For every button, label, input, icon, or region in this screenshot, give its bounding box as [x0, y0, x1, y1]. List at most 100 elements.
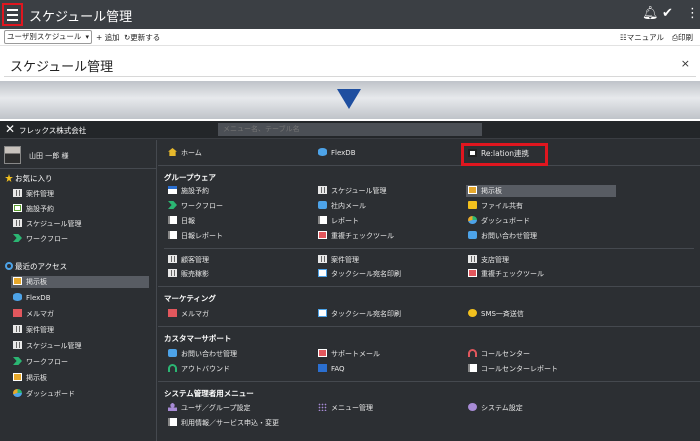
menu-item[interactable]: ダッシュボード [468, 215, 530, 227]
menu-item-flexdb[interactable]: FlexDB [318, 147, 356, 159]
menu-item[interactable]: お問い合わせ管理 [468, 230, 537, 242]
user-row[interactable]: 山田 一郎 様 [0, 140, 157, 169]
chevron-down-icon: ▾ [85, 33, 89, 41]
more-vertical-icon[interactable]: ⋮ [686, 6, 699, 22]
menu-panel-header: ✕ フレックス株式会社 [0, 121, 700, 139]
menu-left-column: 山田 一郎 様 お気に入り 案件管理 施設予約 スケジュール管理 ワークフロー … [0, 140, 157, 441]
bulletin-board-icon [13, 373, 22, 381]
user-icon [168, 403, 177, 411]
internal-mail-icon [318, 201, 327, 209]
duplicate-check-icon [318, 231, 327, 239]
favorite-item[interactable]: 案件管理 [13, 188, 151, 200]
recent-item[interactable]: メルマガ [13, 308, 151, 320]
table-icon [468, 255, 477, 263]
manual-button[interactable]: ☷マニュアル [620, 32, 664, 43]
table-icon [13, 189, 22, 197]
close-icon[interactable]: × [681, 57, 690, 70]
mail-icon [13, 309, 22, 317]
close-menu-icon[interactable]: ✕ [5, 122, 15, 137]
workflow-icon [168, 201, 177, 209]
table-icon [13, 325, 22, 333]
add-button[interactable]: + 追加 [96, 32, 120, 43]
print-button[interactable]: ⎙印刷 [672, 32, 693, 43]
menu-item[interactable]: タックシール宛名印刷 [318, 308, 401, 320]
menu-item[interactable]: スケジュール管理 [318, 185, 387, 197]
inquiry-icon [168, 349, 177, 357]
recent-item[interactable]: 掲示板 [11, 276, 149, 288]
facility-calendar-icon [168, 186, 177, 194]
page-header: スケジュール管理 × [4, 51, 696, 77]
menu-item[interactable]: ワークフロー [168, 200, 223, 212]
refresh-button[interactable]: ↻更新する [124, 32, 160, 43]
view-select[interactable]: ユーザ別スケジュール ▾ [4, 30, 92, 44]
favorites-heading: お気に入り [5, 173, 53, 184]
menu-item[interactable]: 販売稼影 [168, 268, 209, 280]
menu-item[interactable]: 利用情報／サービス申込・変更 [168, 417, 279, 429]
menu-right-column: ホーム FlexDB Re:lation連携 グループウェア 施設予約 ワークフ… [158, 140, 700, 441]
menu-item[interactable]: 日報レポート [168, 230, 223, 242]
mail-icon [168, 309, 177, 317]
recent-item[interactable]: 掲示板 [13, 372, 151, 384]
recent-item[interactable]: スケジュール管理 [13, 340, 151, 352]
report-icon [168, 231, 177, 239]
menu-item[interactable]: 施設予約 [168, 185, 209, 197]
favorite-item[interactable]: 施設予約 [13, 203, 151, 215]
menu-item[interactable]: システム設定 [468, 402, 523, 414]
recent-item[interactable]: ダッシュボード [13, 388, 151, 400]
database-icon [13, 293, 22, 301]
support-mail-icon [318, 349, 327, 357]
recent-item[interactable]: 案件管理 [13, 324, 151, 336]
label-print-icon [318, 309, 327, 317]
label-print-icon [318, 269, 327, 277]
document-icon [168, 418, 177, 426]
check-icon[interactable]: ✔ [662, 6, 673, 22]
menu-item[interactable]: 重複チェックツール [318, 230, 394, 242]
hamburger-menu-button[interactable] [2, 3, 23, 26]
menu-item[interactable]: レポート [318, 215, 359, 227]
calendar-icon [318, 186, 327, 194]
table-icon [318, 255, 327, 263]
menu-item[interactable]: 重複チェックツール [468, 268, 544, 280]
hamburger-icon [7, 8, 18, 11]
menu-item[interactable]: ユーザ／グループ設定 [168, 402, 250, 414]
menu-panel: ✕ フレックス株式会社 山田 一郎 様 お気に入り 案件管理 施設予約 スケジュ… [0, 121, 700, 441]
page-title: スケジュール管理 [10, 60, 114, 75]
favorite-item[interactable]: スケジュール管理 [13, 218, 151, 230]
faq-icon [318, 364, 327, 372]
toolbar: ユーザ別スケジュール ▾ + 追加 ↻更新する ☷マニュアル ⎙印刷 [0, 29, 700, 46]
menu-item[interactable]: 掲示板 [466, 185, 616, 197]
company-name: フレックス株式会社 [19, 126, 87, 135]
favorite-item[interactable]: ワークフロー [13, 233, 151, 245]
menu-item[interactable]: お問い合わせ管理 [168, 348, 237, 360]
menu-item[interactable]: 案件管理 [318, 254, 359, 266]
arrow-down-icon [337, 89, 361, 109]
menu-item[interactable]: メニュー管理 [318, 402, 373, 414]
menu-item[interactable]: アウトバウンド [168, 363, 230, 375]
menu-item[interactable]: 日報 [168, 215, 195, 227]
menu-item[interactable]: コールセンター [468, 348, 530, 360]
menu-item[interactable]: 社内メール [318, 200, 366, 212]
calendar-icon [13, 341, 22, 349]
headset-icon [468, 349, 477, 357]
recent-item[interactable]: ワークフロー [13, 356, 151, 368]
user-name: 山田 一郎 様 [29, 152, 69, 160]
menu-item[interactable]: FAQ [318, 363, 345, 375]
bell-icon[interactable]: 🔔︎ [642, 6, 659, 22]
menu-item[interactable]: 支店管理 [468, 254, 509, 266]
menu-item[interactable]: タックシール宛名印刷 [318, 268, 401, 280]
home-icon [168, 148, 177, 156]
daily-report-icon [168, 216, 177, 224]
menu-search-input[interactable] [218, 123, 482, 136]
menu-item[interactable]: コールセンターレポート [468, 363, 558, 375]
menu-item[interactable]: ファイル共有 [468, 200, 523, 212]
section-title-admin: システム管理者用メニュー [164, 389, 254, 398]
menu-item[interactable]: サポートメール [318, 348, 380, 360]
menu-item[interactable]: SMS一斉送信 [468, 308, 524, 320]
database-icon [318, 148, 327, 156]
menu-item[interactable]: 顧客管理 [168, 254, 209, 266]
menu-item-home[interactable]: ホーム [168, 147, 202, 159]
recent-item[interactable]: FlexDB [13, 292, 151, 304]
report-icon [318, 216, 327, 224]
bulletin-board-icon [468, 186, 477, 194]
menu-item[interactable]: メルマガ [168, 308, 209, 320]
